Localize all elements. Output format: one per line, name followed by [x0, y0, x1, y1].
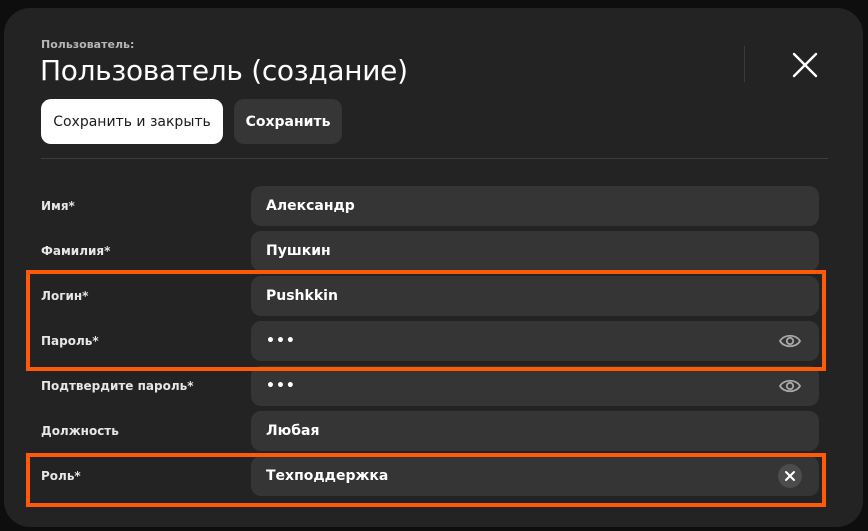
- position-value: Любая: [266, 423, 320, 439]
- last-name-value: Пушкин: [266, 243, 331, 259]
- first-name-value: Александр: [266, 198, 355, 214]
- role-label: Роль*: [41, 469, 81, 483]
- role-value: Техподдержка: [266, 468, 389, 484]
- password-field[interactable]: •••: [251, 321, 819, 361]
- role-select[interactable]: Техподдержка: [251, 456, 819, 496]
- eye-icon[interactable]: [778, 331, 802, 351]
- position-field[interactable]: Любая: [251, 411, 819, 451]
- clear-role-button[interactable]: [778, 464, 802, 488]
- login-value: Pushkkin: [266, 288, 338, 304]
- password-value: •••: [266, 333, 296, 349]
- confirm-password-value: •••: [266, 378, 296, 394]
- save-and-close-button[interactable]: Сохранить и закрыть: [41, 99, 223, 144]
- eye-icon[interactable]: [778, 376, 802, 396]
- breadcrumb: Пользователь:: [41, 38, 135, 51]
- first-name-label: Имя*: [41, 199, 75, 213]
- page-title: Пользователь (создание): [40, 54, 408, 87]
- clear-icon: [785, 471, 795, 481]
- close-icon: [792, 52, 818, 78]
- password-label: Пароль*: [41, 334, 99, 348]
- login-field[interactable]: Pushkkin: [251, 276, 819, 316]
- user-create-dialog: Пользователь: Пользователь (создание) Со…: [4, 8, 863, 527]
- position-label: Должность: [41, 424, 119, 438]
- close-button[interactable]: [788, 48, 822, 82]
- last-name-field[interactable]: Пушкин: [251, 231, 819, 271]
- divider: [41, 158, 828, 159]
- header-divider: [744, 46, 745, 82]
- confirm-password-label: Подтвердите пароль*: [41, 379, 194, 393]
- confirm-password-field[interactable]: •••: [251, 366, 819, 406]
- last-name-label: Фамилия*: [41, 244, 111, 258]
- save-button[interactable]: Сохранить: [234, 99, 342, 144]
- first-name-field[interactable]: Александр: [251, 186, 819, 226]
- login-label: Логин*: [41, 289, 89, 303]
